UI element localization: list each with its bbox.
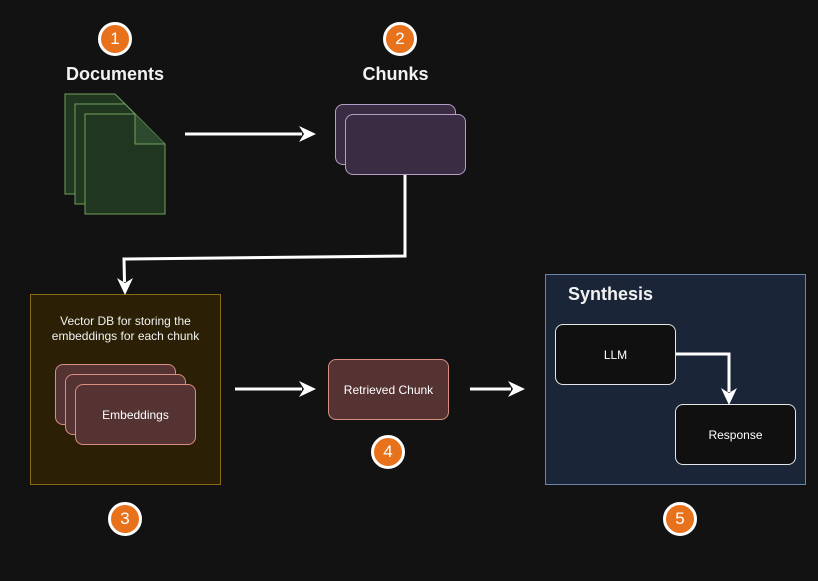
step-2-badge: 2: [383, 22, 417, 56]
step-3-badge: 3: [108, 502, 142, 536]
synthesis-title: Synthesis: [568, 284, 654, 304]
vector-db-description: Vector DB for storing the embeddings for…: [51, 314, 200, 343]
chunk-card-front: [345, 114, 466, 175]
chunks-heading: Chunks: [362, 64, 429, 84]
retrieved-chunk-box: Retrieved Chunk: [328, 359, 449, 420]
step-5-badge: 5: [663, 502, 697, 536]
documents-heading: Documents: [65, 64, 164, 84]
response-box: Response: [675, 404, 796, 465]
step-4-badge: 4: [371, 435, 405, 469]
arrow-chunks-to-vector-db: [122, 175, 407, 283]
embeddings-box: Embeddings: [75, 384, 196, 445]
llm-box: LLM: [555, 324, 676, 385]
step-1-badge: 1: [98, 22, 132, 56]
